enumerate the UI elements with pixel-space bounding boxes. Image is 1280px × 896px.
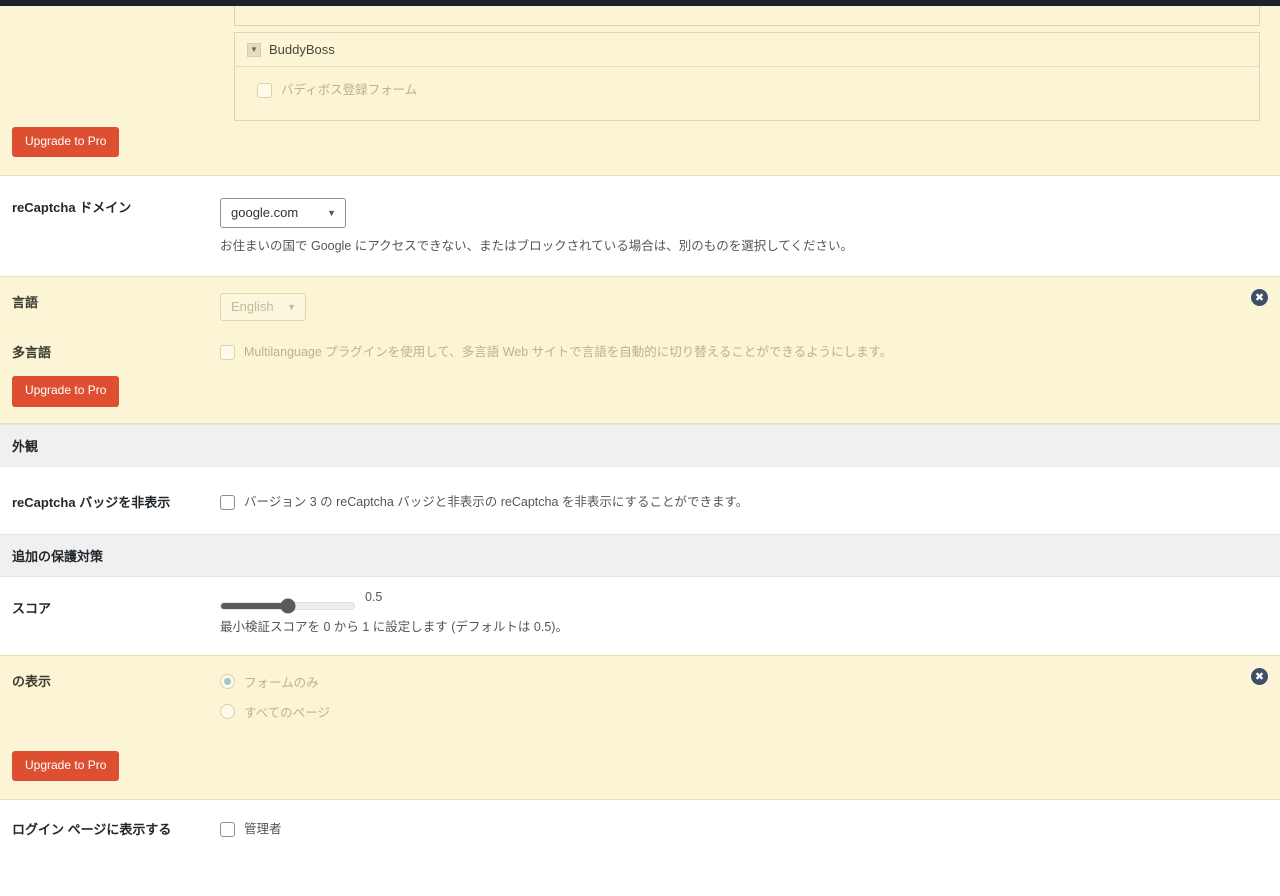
- login-page-field: 管理者: [220, 820, 1280, 839]
- score-slider-handle[interactable]: [280, 598, 295, 614]
- radio-option-all-pages[interactable]: すべてのページ: [220, 702, 1260, 721]
- radio-label: すべてのページ: [244, 706, 330, 721]
- checkbox-label: Multilanguage プラグインを使用して、多言語 Web サイトで言語を…: [244, 344, 893, 359]
- language-pro-block: ✖ 言語 English ▼ 多言語 Multilanguage プラグインを使…: [0, 275, 1280, 424]
- section-heading-appearance: 外観: [0, 423, 1280, 467]
- panel-title-buddyboss: BuddyBoss: [269, 42, 335, 57]
- login-page-label: ログイン ページに表示する: [12, 822, 172, 838]
- display-options: フォームのみ すべてのページ: [220, 672, 1280, 721]
- chevron-down-icon: ▼: [287, 301, 296, 312]
- caret-down-icon[interactable]: ▼: [247, 42, 261, 57]
- language-label: 言語: [12, 294, 39, 310]
- multilanguage-checkbox-row[interactable]: Multilanguage プラグインを使用して、多言語 Web サイトで言語を…: [220, 343, 1260, 362]
- forms-panel-buddyboss: ▼ BuddyBoss バディボス登録フォーム: [234, 32, 1260, 121]
- multilanguage-row: 多言語 Multilanguage プラグインを使用して、多言語 Web サイト…: [0, 331, 1280, 371]
- radio-forms-only[interactable]: [220, 674, 235, 690]
- radio-all-pages[interactable]: [220, 704, 235, 720]
- upgrade-wrap-display: Upgrade to Pro: [0, 727, 1280, 799]
- score-description: 最小検証スコアを 0 から 1 に設定します (デフォルトは 0.5)。: [220, 620, 568, 635]
- recaptcha-domain-value: google.com: [231, 205, 299, 221]
- hide-badge-row: reCaptcha バッジを非表示 バージョン 3 の reCaptcha バッ…: [0, 467, 1280, 535]
- score-slider[interactable]: [220, 598, 355, 614]
- language-row: 言語 English ▼: [0, 277, 1280, 331]
- score-value: 0.5: [365, 590, 383, 605]
- multilanguage-field: Multilanguage プラグインを使用して、多言語 Web サイトで言語を…: [220, 343, 1280, 362]
- panel-body-buddyboss: バディボス登録フォーム: [235, 67, 1259, 120]
- close-circle-icon[interactable]: ✖: [1251, 668, 1268, 686]
- score-label: スコア: [12, 601, 52, 617]
- forms-panel-stack: ▼ BuddyBoss バディボス登録フォーム: [0, 0, 1280, 121]
- score-slider-fill: [221, 603, 288, 610]
- radio-option-forms-only[interactable]: フォームのみ: [220, 672, 1260, 691]
- checkbox-label: バージョン 3 の reCaptcha バッジと非表示の reCaptcha を…: [244, 494, 749, 509]
- login-page-checkbox-row[interactable]: 管理者: [220, 820, 1260, 839]
- recaptcha-domain-field: google.com ▼ お住まいの国で Google にアクセスできない、また…: [220, 197, 1280, 256]
- panel-header-buddyboss[interactable]: ▼ BuddyBoss: [235, 33, 1259, 67]
- score-slider-line: 0.5: [220, 590, 1260, 614]
- radio-label: フォームのみ: [244, 676, 319, 691]
- language-field: English ▼: [220, 292, 1280, 321]
- close-circle-icon[interactable]: ✖: [1251, 288, 1268, 306]
- display-label: の表示: [12, 674, 52, 690]
- login-page-row: ログイン ページに表示する 管理者: [0, 800, 1280, 854]
- language-select[interactable]: English ▼: [220, 292, 306, 321]
- checkbox-administrator[interactable]: [220, 822, 235, 838]
- display-pro-block: ✖ の表示 フォームのみ すべてのページ Upgrade to Pro: [0, 655, 1280, 801]
- hide-badge-label: reCaptcha バッジを非表示: [12, 494, 171, 510]
- language-value: English: [231, 299, 274, 315]
- upgrade-wrap-language: Upgrade to Pro: [0, 370, 1280, 422]
- checkbox-buddyboss-register-form[interactable]: [257, 82, 272, 98]
- score-row: スコア 0.5 最小検証スコアを 0 から 1 に設定します (デフォルトは 0…: [0, 577, 1280, 655]
- score-field: 0.5 最小検証スコアを 0 から 1 に設定します (デフォルトは 0.5)。: [220, 590, 1280, 637]
- multilanguage-label: 多言語: [12, 344, 52, 360]
- chevron-down-icon: ▼: [327, 207, 336, 218]
- recaptcha-domain-row: reCaptcha ドメイン google.com ▼ お住まいの国で Goog…: [0, 176, 1280, 276]
- checkbox-label: 管理者: [244, 822, 282, 837]
- display-row: の表示 フォームのみ すべてのページ: [0, 656, 1280, 727]
- recaptcha-domain-label: reCaptcha ドメイン: [12, 199, 132, 215]
- form-checkbox-row[interactable]: バディボス登録フォーム: [257, 81, 1247, 100]
- forms-pro-block: ▼ BuddyBoss バディボス登録フォーム Upgrade to Pro: [0, 0, 1280, 176]
- upgrade-wrap-forms: Upgrade to Pro: [0, 121, 1280, 175]
- hide-badge-field: バージョン 3 の reCaptcha バッジと非表示の reCaptcha を…: [220, 493, 1280, 512]
- recaptcha-domain-description: お住まいの国で Google にアクセスできない、またはブロックされている場合は…: [220, 238, 854, 253]
- section-heading-protection: 追加の保護対策: [0, 534, 1280, 578]
- upgrade-to-pro-button[interactable]: Upgrade to Pro: [12, 751, 120, 782]
- hide-badge-checkbox-row[interactable]: バージョン 3 の reCaptcha バッジと非表示の reCaptcha を…: [220, 493, 1260, 512]
- admin-bar: [0, 0, 1280, 6]
- recaptcha-domain-select[interactable]: google.com ▼: [220, 197, 346, 228]
- checkbox-multilanguage[interactable]: [220, 344, 235, 360]
- settings-page: ▼ BuddyBoss バディボス登録フォーム Upgrade to Pro r…: [0, 0, 1280, 854]
- checkbox-hide-recaptcha-badge[interactable]: [220, 494, 235, 510]
- upgrade-to-pro-button[interactable]: Upgrade to Pro: [12, 126, 120, 157]
- checkbox-label: バディボス登録フォーム: [281, 83, 418, 97]
- upgrade-to-pro-button[interactable]: Upgrade to Pro: [12, 376, 120, 407]
